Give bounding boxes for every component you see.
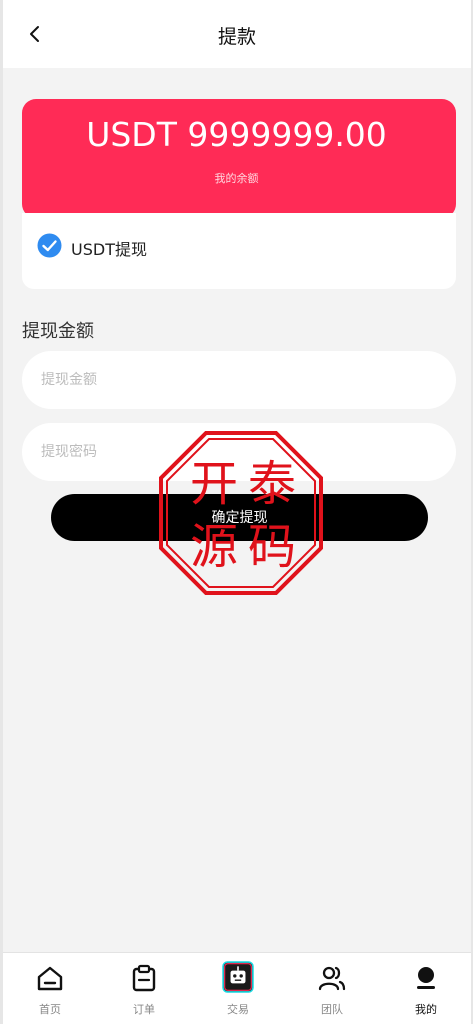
tab-team-label: 团队 — [321, 1003, 343, 1016]
withdraw-amount-input[interactable] — [22, 351, 456, 409]
header: 提款 — [3, 0, 471, 68]
tab-trade[interactable]: 交易 — [191, 953, 285, 1024]
withdraw-password-input[interactable] — [22, 423, 456, 481]
check-circle-icon[interactable] — [37, 233, 62, 258]
home-icon — [37, 966, 63, 991]
tab-trade-label: 交易 — [227, 1003, 249, 1016]
tab-team[interactable]: 团队 — [285, 953, 379, 1024]
tab-mine[interactable]: 我的 — [379, 953, 473, 1024]
robot-icon — [222, 961, 254, 993]
tab-orders-label: 订单 — [133, 1003, 155, 1016]
withdraw-method-label: USDT提现 — [71, 240, 147, 259]
clipboard-icon — [132, 964, 156, 992]
team-icon — [318, 966, 346, 991]
tab-home-label: 首页 — [39, 1003, 61, 1016]
user-icon — [417, 967, 435, 989]
tab-orders[interactable]: 订单 — [97, 953, 191, 1024]
page-title: 提款 — [217, 26, 256, 48]
tab-home[interactable]: 首页 — [3, 953, 97, 1024]
balance-amount: USDT 9999999.00 — [86, 115, 387, 154]
tab-mine-label: 我的 — [415, 1003, 437, 1016]
bottom-tab-bar: 首页 订单 交易 团队 我的 — [3, 952, 471, 1024]
confirm-withdraw-button[interactable]: 确定提现 — [51, 494, 428, 541]
balance-label: 我的余额 — [214, 172, 259, 185]
amount-section-title: 提现金额 — [22, 321, 94, 342]
